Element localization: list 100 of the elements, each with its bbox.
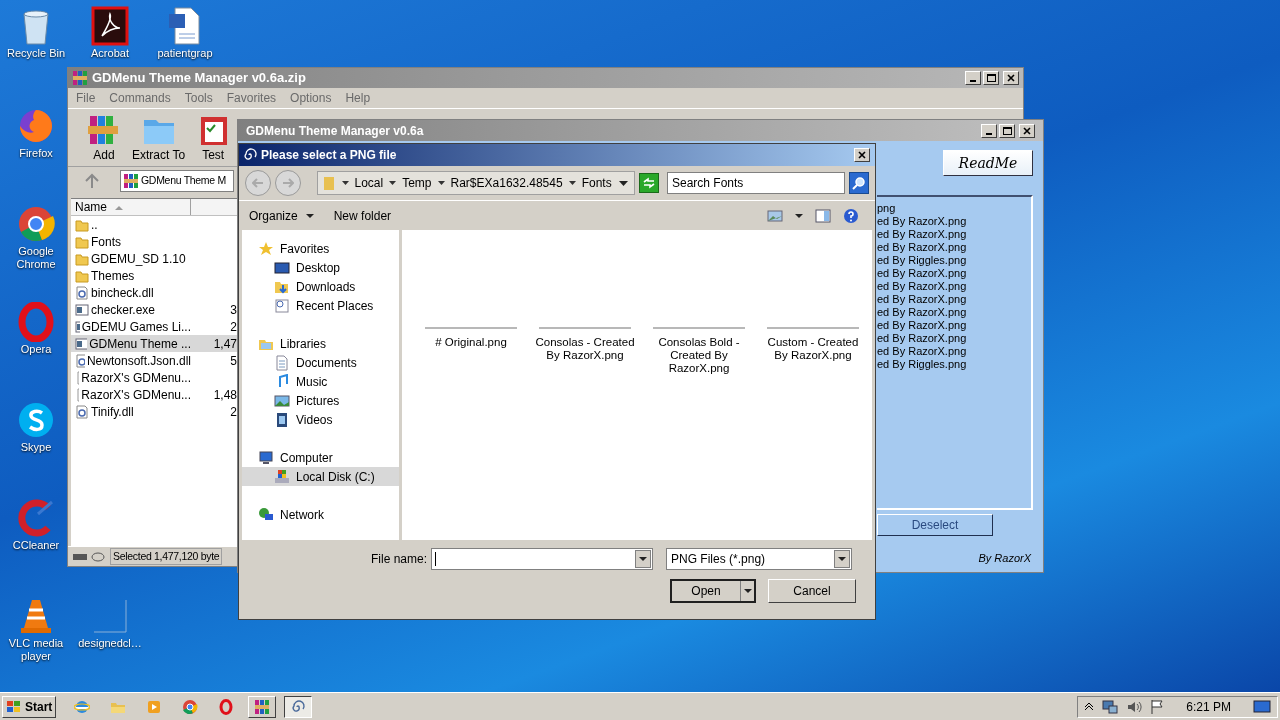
- list-item[interactable]: ed By RazorX.png: [877, 293, 1031, 306]
- nav-item[interactable]: Network: [242, 505, 399, 524]
- chevron-up-icon[interactable]: [1084, 702, 1095, 711]
- app-icon[interactable]: [90, 6, 130, 46]
- nav-item[interactable]: Downloads: [242, 277, 399, 296]
- file-row[interactable]: RazorX's GDMenu... 1,48: [71, 386, 239, 403]
- dropdown-icon[interactable]: [639, 557, 648, 561]
- icon-label[interactable]: Acrobat: [91, 47, 129, 60]
- new-folder-button[interactable]: New folder: [333, 206, 392, 225]
- nav-item[interactable]: Pictures: [242, 391, 399, 410]
- file-row[interactable]: Newtonsoft.Json.dll 5: [71, 352, 239, 369]
- deselect-button[interactable]: Deselect: [877, 514, 993, 536]
- list-item[interactable]: ed By RazorX.png: [877, 267, 1031, 280]
- image-thumbnail-tile[interactable]: Consolas Bold - Created By RazorX.png: [646, 326, 752, 375]
- toolbar-button[interactable]: Test: [195, 114, 232, 164]
- cancel-button[interactable]: Cancel: [768, 579, 856, 603]
- file-row[interactable]: GDMenu Theme ... 1,47: [71, 335, 239, 352]
- refresh-button[interactable]: [639, 173, 659, 193]
- list-item[interactable]: ed By RazorX.png: [877, 241, 1031, 254]
- address-field[interactable]: GDMenu Theme M: [120, 169, 234, 192]
- view-icon[interactable]: [767, 208, 783, 223]
- icon-label[interactable]: patientgrap: [157, 47, 213, 60]
- caret-icon[interactable]: [795, 213, 803, 218]
- nav-item[interactable]: Videos: [242, 410, 399, 429]
- file-row[interactable]: GDEMU_SD 1.10: [71, 250, 239, 267]
- icon-label[interactable]: VLC media player: [5, 637, 67, 663]
- icon-label[interactable]: Skype: [20, 441, 52, 454]
- nav-item[interactable]: Computer: [242, 448, 399, 467]
- file-row[interactable]: Fonts: [71, 233, 239, 250]
- breadcrumb-item[interactable]: Temp: [402, 174, 432, 192]
- maximize-button[interactable]: [983, 71, 999, 85]
- icon-label[interactable]: Firefox: [19, 147, 53, 160]
- list-item[interactable]: ed By RazorX.png: [877, 319, 1031, 332]
- dropdown-icon[interactable]: [619, 180, 629, 186]
- icon-label[interactable]: Opera: [20, 343, 52, 356]
- clock[interactable]: 6:21 PM: [1186, 697, 1231, 716]
- toolbar-button[interactable]: Add: [86, 114, 122, 164]
- nav-item[interactable]: Desktop: [242, 258, 399, 277]
- nav-item[interactable]: Recent Places: [242, 296, 399, 315]
- list-item[interactable]: ed By Riggles.png: [877, 358, 1031, 371]
- taskbar-button[interactable]: [284, 695, 313, 718]
- menu-item[interactable]: Help: [345, 89, 371, 107]
- organize-button[interactable]: Organize: [249, 206, 314, 225]
- file-row[interactable]: Themes: [71, 267, 239, 284]
- minimize-button[interactable]: [965, 71, 981, 85]
- list-item[interactable]: ed By RazorX.png: [877, 228, 1031, 241]
- breadcrumb-item[interactable]: Local: [354, 174, 384, 192]
- image-thumbnail-tile[interactable]: Custom - Created By RazorX.png: [760, 326, 866, 362]
- nav-item[interactable]: Local Disk (C:): [242, 467, 399, 486]
- network-icon[interactable]: [1102, 698, 1119, 715]
- preview-pane-icon[interactable]: [815, 208, 831, 223]
- file-type-select[interactable]: PNG Files (*.png): [666, 548, 853, 570]
- browser-icon[interactable]: [16, 204, 56, 244]
- menu-item[interactable]: Options: [290, 89, 332, 107]
- open-button[interactable]: Open: [670, 579, 756, 603]
- menu-item[interactable]: Favorites: [226, 89, 277, 107]
- list-item[interactable]: ed By RazorX.png: [877, 345, 1031, 358]
- icon-label[interactable]: designedcl…: [78, 637, 142, 650]
- breadcrumb-item[interactable]: Fonts: [581, 174, 612, 192]
- file-row[interactable]: Tinify.dll 2: [71, 403, 239, 420]
- list-item[interactable]: ed By Riggles.png: [877, 254, 1031, 267]
- file-row[interactable]: checker.exe 3: [71, 301, 239, 318]
- list-item[interactable]: ed By RazorX.png: [877, 215, 1031, 228]
- icon-label[interactable]: CCleaner: [12, 539, 60, 552]
- close-button[interactable]: [1019, 123, 1035, 138]
- menu-item[interactable]: Tools: [184, 89, 213, 107]
- icon-label[interactable]: Recycle Bin: [6, 47, 66, 60]
- nav-item[interactable]: Libraries: [242, 334, 399, 353]
- list-item[interactable]: ed By RazorX.png: [877, 306, 1031, 319]
- nav-item[interactable]: Favorites: [242, 239, 399, 258]
- search-field[interactable]: Search Fonts: [667, 172, 846, 194]
- file-row[interactable]: ..: [71, 216, 239, 233]
- chat-icon[interactable]: [16, 400, 56, 440]
- readme-button[interactable]: ReadMe: [943, 150, 1033, 176]
- icon-label[interactable]: Google Chrome: [5, 245, 67, 271]
- maximize-button[interactable]: [999, 123, 1015, 138]
- menu-item[interactable]: File: [76, 89, 96, 107]
- breadcrumb-bar[interactable]: Local Temp Rar$EXa1632.48545 Fonts: [316, 171, 636, 195]
- close-button[interactable]: [1003, 71, 1019, 85]
- list-item[interactable]: ed By RazorX.png: [877, 280, 1031, 293]
- file-name-field[interactable]: [431, 548, 654, 570]
- start-button[interactable]: Start: [2, 695, 57, 718]
- nav-item[interactable]: Documents: [242, 353, 399, 372]
- minimize-button[interactable]: [981, 123, 997, 138]
- toolbar-button[interactable]: Extract To: [132, 114, 186, 164]
- menu-item[interactable]: Commands: [109, 89, 171, 107]
- search-button[interactable]: [849, 172, 869, 194]
- image-thumbnail-tile[interactable]: Consolas - Created By RazorX.png: [532, 326, 638, 362]
- breadcrumb-item[interactable]: Rar$EXa1632.48545: [450, 174, 563, 192]
- file-row[interactable]: bincheck.dll: [71, 284, 239, 301]
- flag-icon[interactable]: [1150, 698, 1165, 715]
- file-row[interactable]: GDEMU Games Li... 2: [71, 318, 239, 335]
- nav-item[interactable]: Music: [242, 372, 399, 391]
- help-icon[interactable]: [843, 207, 859, 224]
- list-item[interactable]: ed By RazorX.png: [877, 332, 1031, 345]
- list-item[interactable]: png: [877, 202, 1031, 215]
- file-row[interactable]: RazorX's GDMenu...: [71, 369, 239, 386]
- close-button[interactable]: [854, 148, 870, 162]
- image-thumbnail-tile[interactable]: # Original.png: [418, 326, 524, 349]
- show-desktop-icon[interactable]: [1253, 699, 1271, 714]
